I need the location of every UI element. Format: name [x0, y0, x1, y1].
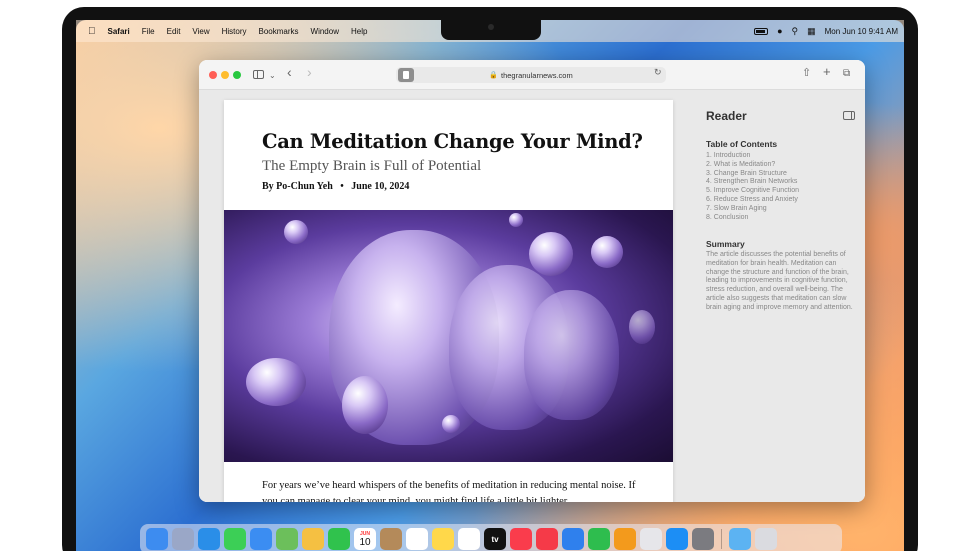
menu-view[interactable]: View	[192, 27, 209, 36]
tv-icon[interactable]: tv	[484, 528, 506, 550]
menu-history[interactable]: History	[222, 27, 247, 36]
new-tab-icon[interactable]: +	[823, 65, 831, 78]
minimize-window-button[interactable]	[221, 71, 229, 79]
toc-item[interactable]: 4. Strengthen Brain Networks	[706, 178, 799, 187]
messages-icon[interactable]	[224, 528, 246, 550]
hero-bubble	[342, 376, 388, 434]
menu-edit[interactable]: Edit	[167, 27, 181, 36]
byline-separator: •	[340, 181, 344, 192]
reader-content: Can Meditation Change Your Mind? The Emp…	[199, 90, 865, 502]
search-icon[interactable]: ⚲	[792, 26, 799, 36]
hero-bubble	[509, 213, 523, 227]
freeform-icon[interactable]	[458, 528, 480, 550]
summary-text: The article discusses the potential bene…	[706, 251, 853, 311]
toc-item[interactable]: 5. Improve Cognitive Function	[706, 187, 799, 196]
tab-overview-icon[interactable]: ⧉	[843, 68, 850, 80]
toc-item[interactable]: 8. Conclusion	[706, 214, 799, 223]
safari-icon[interactable]	[198, 528, 220, 550]
toc-heading: Table of Contents	[706, 139, 778, 149]
hero-bubble	[529, 232, 573, 276]
close-window-button[interactable]	[209, 71, 217, 79]
reader-panel-title: Reader	[706, 109, 747, 123]
mail-icon[interactable]	[250, 528, 272, 550]
address-bar[interactable]: 🔒 thegranularnews.com	[396, 67, 666, 83]
article-byline: By Po-Chun Yeh • June 10, 2024	[262, 181, 409, 192]
camera-notch	[441, 20, 541, 40]
url-text: thegranularnews.com	[501, 70, 573, 80]
dock: JUN 10 tv	[140, 524, 842, 551]
menu-window[interactable]: Window	[311, 27, 339, 36]
menu-safari[interactable]: Safari	[108, 27, 130, 36]
toc-item[interactable]: 6. Reduce Stress and Anxiety	[706, 196, 799, 205]
dock-separator	[721, 529, 722, 549]
control-center-icon[interactable]: ▦	[807, 26, 816, 36]
calendar-icon[interactable]: JUN 10	[354, 528, 376, 550]
numbers-icon[interactable]	[588, 528, 610, 550]
menu-clock[interactable]: Mon Jun 10 9:41 AM	[825, 27, 898, 36]
table-of-contents: 1. Introduction 2. What is Meditation? 3…	[706, 152, 799, 222]
hero-bubble	[629, 310, 655, 344]
reload-icon[interactable]: ↻	[654, 67, 662, 78]
calendar-day: 10	[359, 536, 371, 548]
launchpad-icon[interactable]	[172, 528, 194, 550]
hero-bubble	[246, 358, 306, 406]
share-icon[interactable]: ⇧	[802, 67, 811, 79]
photos-icon[interactable]	[302, 528, 324, 550]
menu-help[interactable]: Help	[351, 27, 367, 36]
toc-item[interactable]: 1. Introduction	[706, 152, 799, 161]
apple-icon[interactable]: 	[88, 26, 96, 37]
browser-toolbar: ⌄ ‹ › 🔒 thegranularnews.com ↻ ⇧ + ⧉	[199, 60, 865, 90]
sidebar-toggle-icon[interactable]	[253, 70, 264, 79]
toc-item[interactable]: 2. What is Meditation?	[706, 161, 799, 170]
camera-icon	[488, 24, 494, 30]
wifi-icon[interactable]: ●	[777, 26, 782, 36]
maps-icon[interactable]	[276, 528, 298, 550]
music-icon[interactable]	[510, 528, 532, 550]
toc-item[interactable]: 7. Slow Brain Aging	[706, 205, 799, 214]
hero-bubble	[591, 236, 623, 268]
summary-heading: Summary	[706, 239, 745, 249]
facetime-icon[interactable]	[328, 528, 350, 550]
menu-file[interactable]: File	[142, 27, 155, 36]
trash-icon[interactable]	[755, 528, 777, 550]
contacts-icon[interactable]	[380, 528, 402, 550]
article-body: For years we’ve heard whispers of the be…	[262, 480, 636, 502]
chevron-down-icon[interactable]: ⌄	[269, 70, 276, 82]
fullscreen-window-button[interactable]	[233, 71, 241, 79]
reader-sidebar: Reader Table of Contents 1. Introduction…	[697, 90, 865, 502]
hero-bubble	[442, 415, 460, 433]
article-title: Can Meditation Change Your Mind?	[262, 130, 643, 153]
battery-icon[interactable]	[754, 27, 769, 35]
safari-window: ⌄ ‹ › 🔒 thegranularnews.com ↻ ⇧ + ⧉ Can …	[199, 60, 865, 502]
pages-icon[interactable]	[614, 528, 636, 550]
forward-arrow-icon[interactable]: ›	[307, 65, 312, 79]
back-arrow-icon[interactable]: ‹	[287, 65, 292, 79]
menu-bookmarks[interactable]: Bookmarks	[259, 27, 299, 36]
article-author: By Po-Chun Yeh	[262, 181, 333, 192]
lock-icon: 🔒	[489, 72, 498, 79]
reader-panel-toggle-icon[interactable]	[843, 111, 855, 120]
article-page: Can Meditation Change Your Mind? The Emp…	[224, 100, 673, 502]
tv-label: tv	[491, 534, 499, 544]
app-store-icon[interactable]	[666, 528, 688, 550]
keynote-icon[interactable]	[562, 528, 584, 550]
downloads-folder-icon[interactable]	[729, 528, 751, 550]
system-settings-icon[interactable]	[692, 528, 714, 550]
hero-head-back	[524, 290, 619, 420]
reader-mode-button[interactable]	[398, 68, 414, 82]
reminders-icon[interactable]	[406, 528, 428, 550]
article-subtitle: The Empty Brain is Full of Potential	[262, 158, 482, 174]
hero-bubble	[284, 220, 308, 244]
status-area: ● ⚲ ▦ Mon Jun 10 9:41 AM	[754, 20, 898, 42]
iphone-mirroring-icon[interactable]	[640, 528, 662, 550]
toc-item[interactable]: 3. Change Brain Structure	[706, 170, 799, 179]
article-hero-image	[224, 210, 673, 462]
article-date: June 10, 2024	[351, 181, 410, 192]
notes-icon[interactable]	[432, 528, 454, 550]
news-icon[interactable]	[536, 528, 558, 550]
finder-icon[interactable]	[146, 528, 168, 550]
